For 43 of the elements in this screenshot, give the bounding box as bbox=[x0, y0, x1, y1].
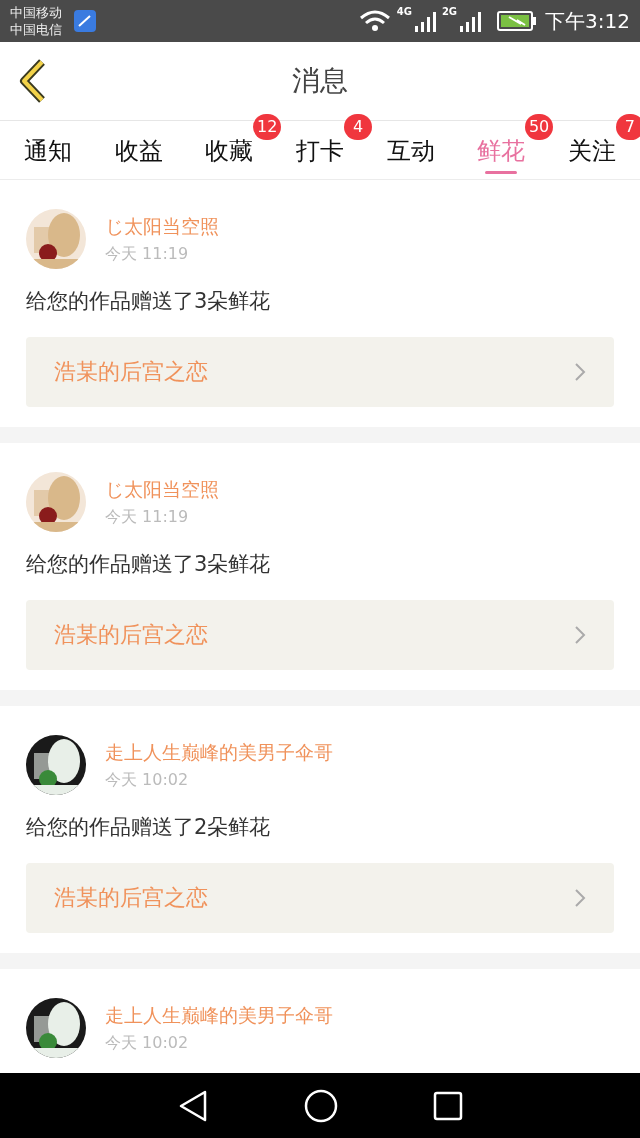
work-link[interactable]: 浩某的后宫之恋 bbox=[26, 600, 614, 670]
signal-icon bbox=[459, 10, 482, 32]
message-time: 今天 11:19 bbox=[105, 243, 190, 265]
chevron-right-icon bbox=[574, 888, 586, 908]
user-name[interactable]: じ太阳当空照 bbox=[105, 213, 219, 240]
user-name[interactable]: じ太阳当空照 bbox=[105, 476, 219, 503]
message-text: 给您的作品赠送了3朵鲜花 bbox=[26, 288, 272, 315]
user-name[interactable]: 走上人生巅峰的美男子伞哥 bbox=[105, 739, 333, 766]
tab[interactable]: 通知 bbox=[24, 121, 72, 179]
page-title: 消息 bbox=[292, 63, 348, 99]
battery-charging-icon bbox=[497, 11, 538, 31]
tab[interactable]: 鲜花 bbox=[477, 121, 526, 179]
wifi-icon bbox=[358, 10, 391, 32]
count-badge: 12 bbox=[252, 114, 282, 140]
network-type: 4G bbox=[396, 6, 412, 17]
tab[interactable]: 收益 bbox=[114, 121, 163, 179]
tab[interactable]: 打卡 bbox=[295, 121, 344, 179]
recents-nav-icon[interactable] bbox=[432, 1090, 463, 1121]
message-text: 给您的作品赠送了2朵鲜花 bbox=[26, 814, 272, 841]
chevron-right-icon bbox=[574, 362, 586, 382]
back-icon[interactable] bbox=[18, 59, 48, 103]
work-link[interactable]: 浩某的后宫之恋 bbox=[26, 337, 614, 407]
count-badge: 7 bbox=[615, 114, 640, 140]
app-notification-icon bbox=[74, 10, 96, 32]
tab[interactable]: 收藏 bbox=[205, 121, 254, 179]
count-badge: 4 bbox=[343, 114, 372, 140]
home-nav-icon[interactable] bbox=[304, 1088, 338, 1123]
carrier-name: 中国电信 bbox=[10, 21, 62, 38]
message-time: 今天 11:19 bbox=[105, 506, 190, 528]
message-time: 今天 10:02 bbox=[105, 769, 190, 791]
network-type: 2G bbox=[441, 6, 458, 17]
count-badge: 50 bbox=[524, 114, 554, 140]
status-time: 下午3:12 bbox=[545, 7, 630, 35]
chevron-right-icon bbox=[574, 625, 586, 645]
work-link[interactable]: 浩某的后宫之恋 bbox=[26, 863, 614, 933]
carrier-name: 中国移动 bbox=[10, 4, 62, 21]
user-name[interactable]: 走上人生巅峰的美男子伞哥 bbox=[105, 1002, 333, 1029]
tab[interactable]: 关注 bbox=[567, 121, 616, 179]
tab[interactable]: 互动 bbox=[386, 121, 435, 179]
message-time: 今天 10:02 bbox=[105, 1032, 190, 1054]
signal-icon bbox=[413, 10, 436, 32]
message-text: 给您的作品赠送了3朵鲜花 bbox=[26, 551, 272, 578]
tab-indicator bbox=[485, 171, 518, 174]
